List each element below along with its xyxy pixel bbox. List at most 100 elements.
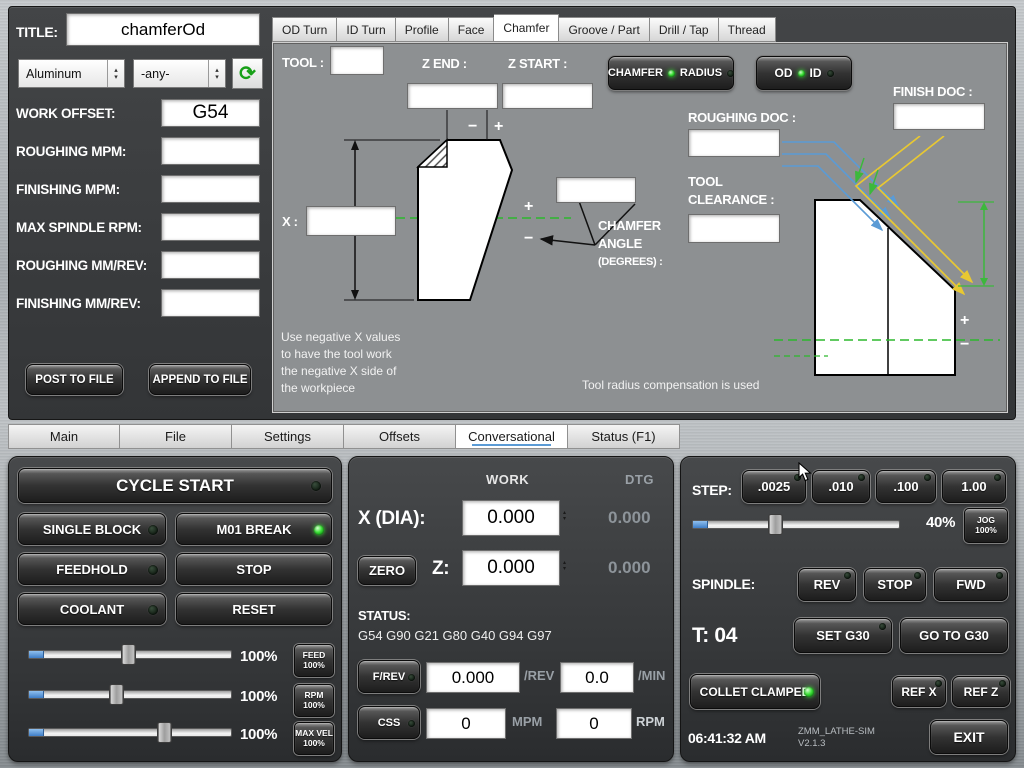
step-010-button[interactable]: .010 [812, 470, 870, 503]
rpm-slider-thumb[interactable] [109, 684, 124, 705]
filter-select[interactable]: -any- ▴ ▾ [133, 59, 226, 88]
jog-slider-thumb[interactable] [768, 514, 783, 535]
goto-g30-button[interactable]: GO TO G30 [900, 618, 1008, 653]
tool-label: TOOL : [282, 55, 324, 70]
css-input[interactable]: 0 [426, 708, 506, 739]
tab-drill-tap[interactable]: Drill / Tap [649, 17, 719, 42]
material-select-value: Aluminum [26, 66, 82, 81]
feed-slider-thumb[interactable] [121, 644, 136, 665]
css-toggle-button[interactable]: CSS [358, 706, 420, 739]
coolant-button[interactable]: COOLANT [18, 593, 166, 625]
tab-conversational[interactable]: Conversational [456, 424, 568, 449]
material-select[interactable]: Aluminum ▴ ▾ [18, 59, 125, 88]
roughing-mpm-input[interactable] [161, 137, 260, 165]
feed-per-rev-input[interactable]: 0.000 [426, 662, 520, 693]
tab-chamfer[interactable]: Chamfer [494, 14, 560, 42]
stop-button[interactable]: STOP [176, 553, 332, 585]
refresh-button[interactable]: ⟳ [232, 58, 263, 89]
tool-clearance-label-2: CLEARANCE : [688, 192, 775, 207]
feed-per-min-input[interactable]: 0.0 [560, 662, 634, 693]
ref-z-button[interactable]: REF Z [952, 676, 1010, 707]
tab-offsets[interactable]: Offsets [344, 424, 456, 449]
spindle-fwd-button[interactable]: FWD [934, 568, 1008, 601]
feed-override-slider[interactable] [28, 644, 232, 665]
m01-break-button[interactable]: M01 BREAK [176, 513, 332, 545]
z-end-label: Z END : [422, 56, 467, 71]
tool-input[interactable] [330, 46, 384, 75]
feed-reset-button[interactable]: FEED 100% [294, 644, 334, 677]
finishing-mmrev-input[interactable] [161, 289, 260, 317]
title-input[interactable]: chamferOd [66, 13, 260, 46]
step-010-led [858, 474, 865, 481]
ref-z-label: REF Z [963, 684, 999, 699]
tab-od-turn[interactable]: OD Turn [272, 17, 338, 42]
tab-settings[interactable]: Settings [232, 424, 344, 449]
cycle-start-button[interactable]: CYCLE START [18, 468, 332, 503]
z-end-input[interactable] [407, 83, 498, 109]
feedhold-button[interactable]: FEEDHOLD [18, 553, 166, 585]
ref-x-button[interactable]: REF X [892, 676, 946, 707]
tab-profile[interactable]: Profile [395, 17, 449, 42]
rpm-override-slider[interactable] [28, 684, 232, 705]
radius-option-label: RADIUS [679, 67, 723, 79]
z-plus-sign: + [494, 118, 504, 135]
chamfer-angle-input[interactable] [556, 177, 636, 203]
x-dro-input[interactable]: 0.000 [462, 500, 560, 536]
tab-status-f1[interactable]: Status (F1) [568, 424, 680, 449]
collet-clamped-button[interactable]: COLLET CLAMPED [690, 674, 820, 709]
exit-button[interactable]: EXIT [930, 720, 1008, 754]
zero-button[interactable]: ZERO [358, 556, 416, 585]
tab-main[interactable]: Main [8, 424, 120, 449]
z-dro-input[interactable]: 0.000 [462, 550, 560, 586]
od-id-toggle[interactable]: OD ID [756, 56, 852, 90]
m01-break-led [314, 525, 324, 535]
max-spindle-rpm-input[interactable] [161, 213, 260, 241]
tab-groove-part[interactable]: Groove / Part [559, 17, 650, 42]
mpm-unit: MPM [512, 714, 543, 729]
maxvel-reset-button[interactable]: MAX VEL 100% [294, 722, 334, 755]
finish-doc-input[interactable] [893, 103, 985, 130]
x-dro-spinner[interactable]: ▴ ▾ [563, 510, 566, 522]
append-to-file-button[interactable]: APPEND TO FILE [149, 364, 251, 395]
maxvel-override-slider[interactable] [28, 722, 232, 743]
ref-z-led [999, 680, 1006, 687]
x-label: X : [282, 214, 298, 229]
spindle-stop-button[interactable]: STOP [864, 568, 926, 601]
negative-x-note-line-3: the negative X side of [281, 364, 397, 378]
rpm-input[interactable]: 0 [556, 708, 632, 739]
reset-button[interactable]: RESET [176, 593, 332, 625]
tab-id-turn[interactable]: ID Turn [337, 17, 396, 42]
post-to-file-button[interactable]: POST TO FILE [26, 364, 123, 395]
z-dro-spinner[interactable]: ▴ ▾ [563, 560, 566, 572]
z-start-input[interactable] [502, 83, 593, 109]
chamfer-radius-toggle[interactable]: CHAMFER RADIUS [608, 56, 735, 90]
frev-toggle-button[interactable]: F/REV [358, 660, 420, 693]
dropdown-arrows-icon: ▴ ▾ [107, 60, 124, 87]
set-g30-button[interactable]: SET G30 [794, 618, 892, 653]
step-0025-button[interactable]: .0025 [742, 470, 806, 503]
roughing-doc-input[interactable] [688, 129, 780, 157]
maxvel-slider-thumb[interactable] [157, 722, 172, 743]
rpm-reset-button[interactable]: RPM 100% [294, 684, 334, 717]
tab-face[interactable]: Face [448, 17, 495, 42]
set-g30-led [879, 623, 886, 630]
tab-file[interactable]: File [120, 424, 232, 449]
single-block-button[interactable]: SINGLE BLOCK [18, 513, 166, 545]
maxvel-override-percent: 100% [240, 726, 278, 743]
tab-thread[interactable]: Thread [718, 17, 776, 42]
dtg-header: DTG [625, 472, 654, 487]
spin-down-icon: ▾ [563, 516, 567, 522]
finishing-mpm-input[interactable] [161, 175, 260, 203]
tool-clearance-input[interactable] [688, 214, 780, 243]
chamfer-angle-label-1: CHAMFER [598, 218, 661, 233]
step-100-button[interactable]: .100 [876, 470, 936, 503]
step-1-button[interactable]: 1.00 [942, 470, 1006, 503]
x-input[interactable] [306, 206, 396, 236]
tool-clearance-label-1: TOOL [688, 174, 723, 189]
spindle-fwd-led [996, 572, 1003, 579]
spindle-rev-button[interactable]: REV [798, 568, 856, 601]
jog-reset-button[interactable]: JOG 100% [964, 508, 1008, 543]
roughing-mmrev-input[interactable] [161, 251, 260, 279]
jog-speed-slider[interactable] [692, 514, 900, 535]
work-offset-input[interactable]: G54 [161, 99, 260, 127]
